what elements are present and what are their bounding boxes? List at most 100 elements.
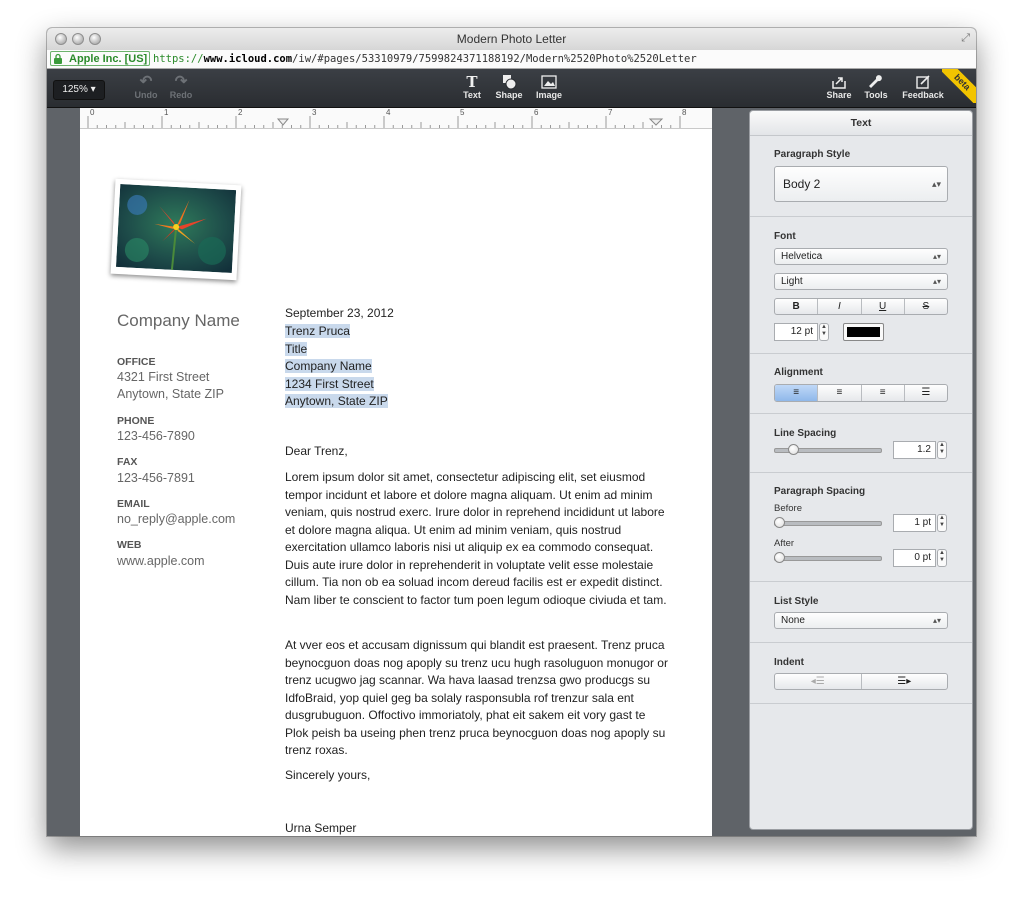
undo-label: Undo (134, 90, 158, 100)
italic-button[interactable]: I (818, 299, 862, 314)
after-spacing-stepper[interactable]: ▲ ▼ (937, 549, 947, 567)
share-button[interactable]: Share (822, 74, 856, 100)
align-left-button[interactable]: ≡ (775, 385, 819, 401)
signature[interactable]: Urna Semper (285, 820, 356, 836)
line-spacing-slider-knob[interactable] (788, 444, 800, 455)
ruler-label: 2 (238, 108, 243, 117)
font-size-field[interactable]: 12 pt (774, 323, 818, 341)
align-justify-button[interactable]: ☰ (905, 385, 947, 401)
list-style-value: None (781, 615, 805, 626)
body-paragraph-1[interactable]: Lorem ipsum dolor sit amet, consectetur … (285, 469, 670, 609)
salutation[interactable]: Dear Trenz, (285, 443, 348, 461)
paragraph-style-popup[interactable]: Body 2 ▴▾ (774, 166, 948, 202)
increase-indent-button[interactable]: ☰▸ (862, 674, 948, 689)
ruler-label: 1 (164, 108, 169, 117)
align-center-button[interactable]: ≡ (818, 385, 862, 401)
share-label: Share (826, 90, 852, 100)
line-spacing-stepper[interactable]: ▲ ▼ (937, 441, 947, 459)
font-weight-popup[interactable]: Light ▴▾ (774, 273, 948, 290)
line-spacing-section: Line Spacing 1.2 ▲ ▼ (750, 414, 972, 473)
popup-arrows-icon: ▴▾ (931, 179, 941, 189)
before-spacing-field[interactable]: 1 pt (893, 514, 936, 532)
align-right-button[interactable]: ≡ (862, 385, 905, 401)
alignment-label: Alignment (774, 367, 823, 378)
horizontal-ruler[interactable]: 0 1 2 3 4 5 6 7 8 (80, 108, 712, 129)
before-spacing-slider[interactable] (774, 521, 882, 526)
lock-icon (54, 53, 62, 64)
underline-button[interactable]: U (862, 299, 905, 314)
letter-date[interactable]: September 23, 2012 (285, 305, 394, 323)
indent-label: Indent (774, 657, 804, 668)
list-style-popup[interactable]: None ▴▾ (774, 612, 948, 629)
body-paragraph-2[interactable]: At vver eos et accusam dignissum qui bla… (285, 637, 670, 760)
beta-ribbon: beta (942, 69, 976, 103)
after-spacing-knob[interactable] (774, 552, 785, 563)
url-host: www.icloud.com (203, 53, 293, 65)
url-text[interactable]: https://www.icloud.com/iw/#pages/5331097… (153, 50, 697, 68)
recipient-block[interactable]: Trenz Pruca Title Company Name 1234 Firs… (285, 323, 388, 411)
redo-button[interactable]: ↷ Redo (166, 73, 196, 101)
align-left-icon: ≡ (793, 387, 800, 398)
before-spacing-knob[interactable] (774, 517, 785, 528)
zoom-menu-button[interactable]: 125% ▾ (53, 80, 105, 100)
line-spacing-label: Line Spacing (774, 428, 837, 439)
feedback-icon (900, 74, 946, 90)
sidebar-company-name: Company Name (117, 311, 240, 330)
font-label: Font (774, 231, 796, 242)
left-indent-marker (276, 118, 290, 126)
shape-icon (492, 74, 526, 90)
closing[interactable]: Sincerely yours, (285, 767, 370, 785)
insert-image-button[interactable]: Image (532, 74, 566, 100)
office-line-1: 4321 First Street (117, 370, 210, 384)
fullscreen-icon[interactable]: ⤢ (961, 32, 970, 45)
after-spacing-field[interactable]: 0 pt (893, 549, 936, 567)
share-icon (822, 74, 856, 90)
email-value: no_reply@apple.com (117, 512, 236, 526)
feedback-button[interactable]: Feedback (900, 74, 946, 100)
ruler-label: 3 (312, 108, 317, 117)
font-weight-value: Light (781, 276, 803, 287)
after-spacing-slider[interactable] (774, 556, 882, 561)
text-label: Text (463, 90, 481, 100)
decrease-indent-button[interactable]: ◂☰ (775, 674, 862, 689)
right-indent-marker (648, 118, 664, 126)
recipient-line: Trenz Pruca (285, 324, 350, 338)
document-canvas: 012345678 Company Name OFFICE 4321 First… (47, 108, 748, 836)
insert-text-button[interactable]: T Text (457, 74, 487, 100)
address-bar[interactable]: Apple Inc. [US] https://www.icloud.com/i… (47, 50, 976, 69)
indent-section: Indent ◂☰ ☰▸ (750, 643, 972, 704)
paragraph-spacing-label: Paragraph Spacing (774, 486, 866, 497)
undo-button[interactable]: ↶ Undo (131, 74, 161, 101)
tools-label: Tools (864, 90, 888, 100)
align-justify-icon: ☰ (921, 387, 931, 398)
url-scheme: https:// (153, 53, 204, 65)
tools-button[interactable]: Tools (861, 74, 891, 100)
strikethrough-button[interactable]: S (905, 299, 947, 314)
indent-buttons: ◂☰ ☰▸ (774, 673, 948, 690)
text-inspector-panel: Text Paragraph Style Body 2 ▴▾ Font Helv… (749, 110, 973, 830)
inspector-title: Text (750, 111, 972, 136)
ruler-label: 0 (90, 108, 95, 117)
flower-photo-image (115, 184, 237, 273)
font-family-popup[interactable]: Helvetica ▴▾ (774, 248, 948, 265)
letterhead-photo[interactable] (110, 178, 242, 281)
document-page[interactable]: Company Name OFFICE 4321 First Street An… (80, 129, 712, 836)
insert-shape-button[interactable]: Shape (492, 74, 526, 100)
redo-label: Redo (169, 90, 193, 100)
font-color-well[interactable] (843, 323, 884, 341)
browser-window: Modern Photo Letter ⤢ Apple Inc. [US] ht… (47, 28, 976, 836)
increase-indent-icon: ☰▸ (897, 676, 912, 687)
popup-arrows-icon: ▴▾ (932, 277, 941, 286)
paragraph-style-value: Body 2 (783, 177, 821, 191)
before-spacing-stepper[interactable]: ▲ ▼ (937, 514, 947, 532)
redo-icon: ↷ (174, 73, 188, 90)
paragraph-spacing-section: Paragraph Spacing Before 1 pt ▲ ▼ After 0… (750, 473, 972, 582)
fax-value: 123-456-7891 (117, 471, 195, 485)
font-section: Font Helvetica ▴▾ Light ▴▾ B I U S 12 pt… (750, 217, 972, 354)
bold-button[interactable]: B (775, 299, 819, 314)
image-icon (532, 74, 566, 90)
font-size-stepper[interactable]: ▲ ▼ (819, 323, 829, 341)
align-right-icon: ≡ (879, 387, 886, 398)
line-spacing-field[interactable]: 1.2 (893, 441, 936, 459)
shape-label: Shape (495, 90, 523, 100)
